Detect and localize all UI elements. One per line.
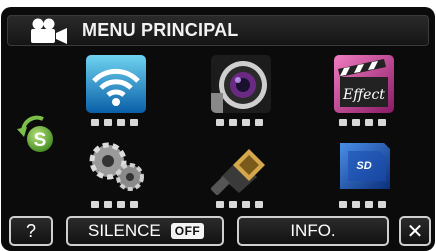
sd-label: SD <box>356 160 371 172</box>
effect-label: Effect <box>342 87 385 103</box>
close-icon: ✕ <box>406 220 424 243</box>
mode-switch-icon: S <box>17 115 53 152</box>
gears-icon <box>86 137 146 195</box>
help-button[interactable]: ? <box>9 216 53 246</box>
mode-switch-label: S <box>34 130 47 151</box>
menu-screen: MENU PRINCIPAL S Effect SD ? SILENCE OFF… <box>1 7 435 251</box>
tile-media-settings[interactable]: SD <box>329 137 399 221</box>
silence-button[interactable]: SILENCE OFF <box>66 216 224 246</box>
tile-camera-settings[interactable] <box>206 55 276 139</box>
info-label: INFO. <box>290 221 336 240</box>
mode-switch-button[interactable]: S <box>13 115 59 155</box>
page-title: MENU PRINCIPAL <box>82 20 239 40</box>
info-button[interactable]: INFO. <box>237 216 389 246</box>
menu-header: MENU PRINCIPAL <box>7 15 429 46</box>
tile-indicator <box>91 201 138 208</box>
video-camera-icon <box>31 18 67 44</box>
tile-wifi[interactable] <box>81 55 151 139</box>
tile-effect[interactable]: Effect <box>329 55 399 139</box>
hdmi-connector-icon <box>211 137 271 195</box>
sd-card-icon: SD <box>334 137 394 195</box>
tile-indicator <box>339 201 386 208</box>
silence-label: SILENCE <box>88 221 161 240</box>
tile-connection-settings[interactable] <box>206 137 276 221</box>
tile-indicator <box>216 201 263 208</box>
effect-clapper-icon: Effect <box>334 55 394 113</box>
camera-lens-icon <box>211 55 271 113</box>
tile-indicator <box>91 119 138 126</box>
close-button[interactable]: ✕ <box>399 216 431 246</box>
tile-system-settings[interactable] <box>81 137 151 221</box>
wifi-icon <box>86 55 146 113</box>
tile-indicator <box>339 119 386 126</box>
tile-indicator <box>216 119 263 126</box>
silence-state-badge: OFF <box>170 223 205 239</box>
help-label: ? <box>25 220 36 241</box>
